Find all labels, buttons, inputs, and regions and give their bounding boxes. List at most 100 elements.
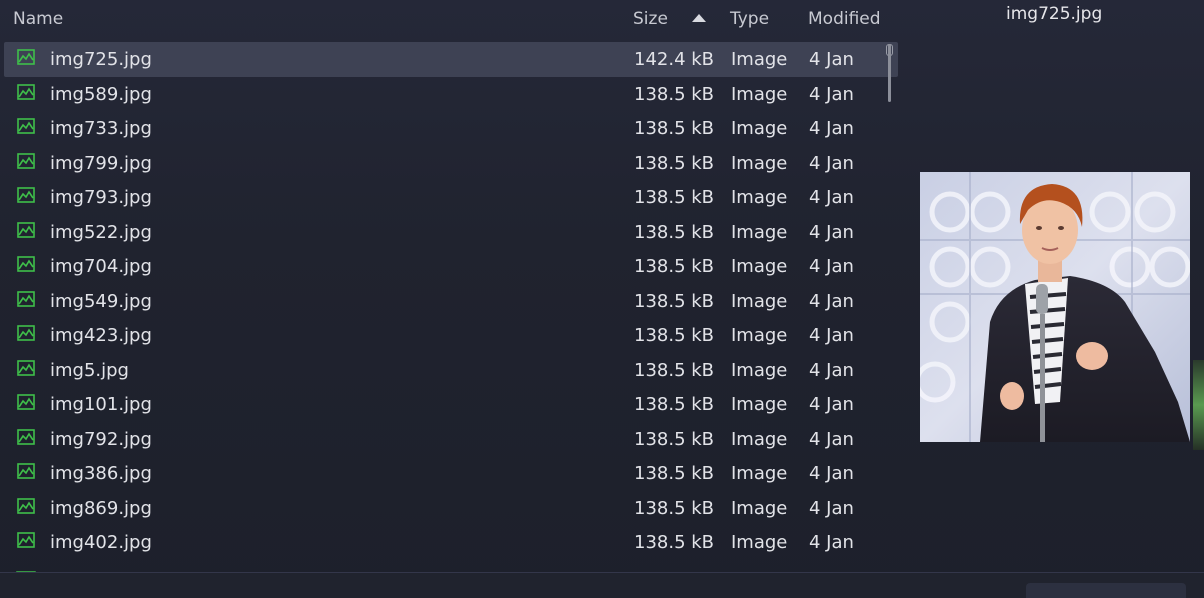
file-type: Image (731, 152, 788, 174)
window-edge-strip (1193, 360, 1204, 450)
file-modified: 4 Jan (809, 532, 854, 553)
file-size: 138.5 kB (634, 325, 715, 346)
bottom-action-button[interactable] (1026, 583, 1186, 598)
file-name: img869.jpg (50, 497, 152, 519)
file-modified: 4 Jan (809, 256, 854, 277)
image-preview (920, 172, 1190, 442)
file-modified: 4 Jan (809, 221, 854, 243)
image-file-icon (17, 152, 35, 169)
file-size: 138.5 kB (634, 463, 715, 484)
partially-hidden-row[interactable] (4, 564, 898, 572)
file-type: Image (731, 325, 788, 346)
file-modified: 4 Jan (809, 325, 854, 346)
file-size: 138.5 kB (634, 152, 715, 174)
file-type: Image (731, 83, 788, 105)
bottom-bar (0, 572, 1204, 598)
image-file-icon (17, 256, 35, 272)
file-row[interactable]: img402.jpg 138.5 kB Image 4 Jan (4, 525, 898, 560)
file-row[interactable]: img522.jpg 138.5 kB Image 4 Jan (4, 215, 898, 250)
sort-up-arrow-icon[interactable] (692, 14, 706, 22)
file-row[interactable]: img725.jpg 142.4 kB Image 4 Jan (4, 42, 898, 77)
file-modified: 4 Jan (809, 359, 854, 381)
image-file-icon (17, 325, 35, 341)
column-header-type[interactable]: Type (730, 9, 769, 29)
column-header-size[interactable]: Size (633, 9, 668, 29)
file-modified: 4 Jan (809, 497, 854, 519)
file-list: img725.jpg 142.4 kB Image 4 Jan img589.j… (4, 42, 898, 560)
preview-photo-icon (920, 172, 1190, 442)
file-type: Image (731, 497, 788, 519)
file-type: Image (731, 463, 788, 484)
file-type: Image (731, 532, 788, 553)
file-size: 138.5 kB (634, 428, 715, 450)
column-header-name[interactable]: Name (13, 9, 63, 29)
file-size: 138.5 kB (634, 221, 715, 243)
image-file-icon (17, 221, 35, 238)
file-name: img5.jpg (50, 359, 129, 381)
file-name: img522.jpg (50, 221, 152, 243)
file-size: 138.5 kB (634, 118, 715, 139)
file-size: 138.5 kB (634, 187, 715, 208)
file-modified: 4 Jan (809, 394, 854, 415)
image-file-icon (17, 187, 35, 203)
image-file-icon (17, 497, 35, 514)
file-size: 138.5 kB (634, 359, 715, 381)
file-row[interactable]: img423.jpg 138.5 kB Image 4 Jan (4, 318, 898, 353)
file-type: Image (731, 428, 788, 450)
file-name: img704.jpg (50, 256, 152, 277)
file-name: img402.jpg (50, 532, 152, 553)
file-name: img793.jpg (50, 187, 152, 208)
column-header: Name Size Type Modified (0, 0, 900, 40)
image-file-icon (17, 290, 35, 307)
file-type: Image (731, 118, 788, 139)
image-file-icon (17, 118, 35, 134)
image-file-icon (17, 49, 35, 65)
image-file-icon (17, 532, 35, 548)
file-name: img733.jpg (50, 118, 152, 139)
file-chooser: Name Size Type Modified img725.jpg 142.4… (0, 0, 1204, 598)
file-size: 138.5 kB (634, 256, 715, 277)
file-row[interactable]: img5.jpg 138.5 kB Image 4 Jan (4, 353, 898, 388)
file-modified: 4 Jan (809, 49, 854, 70)
file-row[interactable]: img793.jpg 138.5 kB Image 4 Jan (4, 180, 898, 215)
file-name: img589.jpg (50, 83, 152, 105)
file-name: img386.jpg (50, 463, 152, 484)
file-modified: 4 Jan (809, 83, 854, 105)
file-modified: 4 Jan (809, 118, 854, 139)
file-name: img792.jpg (50, 428, 152, 450)
file-name: img725.jpg (50, 49, 152, 70)
file-type: Image (731, 49, 788, 70)
file-size: 142.4 kB (634, 49, 715, 70)
file-size: 138.5 kB (634, 394, 715, 415)
file-row[interactable]: img799.jpg 138.5 kB Image 4 Jan (4, 146, 898, 181)
column-header-modified[interactable]: Modified (808, 9, 881, 29)
image-file-icon (17, 463, 35, 479)
preview-title: img725.jpg (1006, 4, 1103, 24)
file-type: Image (731, 394, 788, 415)
file-modified: 4 Jan (809, 463, 854, 484)
file-row[interactable]: img549.jpg 138.5 kB Image 4 Jan (4, 284, 898, 319)
file-size: 138.5 kB (634, 83, 715, 105)
file-name: img423.jpg (50, 325, 152, 346)
file-type: Image (731, 221, 788, 243)
file-modified: 4 Jan (809, 187, 854, 208)
file-modified: 4 Jan (809, 428, 854, 450)
image-file-icon (17, 428, 35, 445)
file-modified: 4 Jan (809, 152, 854, 174)
file-name: img101.jpg (50, 394, 152, 415)
file-type: Image (731, 256, 788, 277)
file-row[interactable]: img589.jpg 138.5 kB Image 4 Jan (4, 77, 898, 112)
file-row[interactable]: img792.jpg 138.5 kB Image 4 Jan (4, 422, 898, 457)
file-row[interactable]: img733.jpg 138.5 kB Image 4 Jan (4, 111, 898, 146)
file-row[interactable]: img386.jpg 138.5 kB Image 4 Jan (4, 456, 898, 491)
file-row[interactable]: img101.jpg 138.5 kB Image 4 Jan (4, 387, 898, 422)
file-list-pane: Name Size Type Modified img725.jpg 142.4… (0, 0, 900, 572)
file-size: 138.5 kB (634, 290, 715, 312)
file-row[interactable]: img704.jpg 138.5 kB Image 4 Jan (4, 249, 898, 284)
vertical-scrollbar[interactable] (888, 44, 891, 102)
file-name: img799.jpg (50, 152, 152, 174)
file-size: 138.5 kB (634, 532, 715, 553)
file-type: Image (731, 359, 788, 381)
image-file-icon (17, 394, 35, 410)
file-row[interactable]: img869.jpg 138.5 kB Image 4 Jan (4, 491, 898, 526)
